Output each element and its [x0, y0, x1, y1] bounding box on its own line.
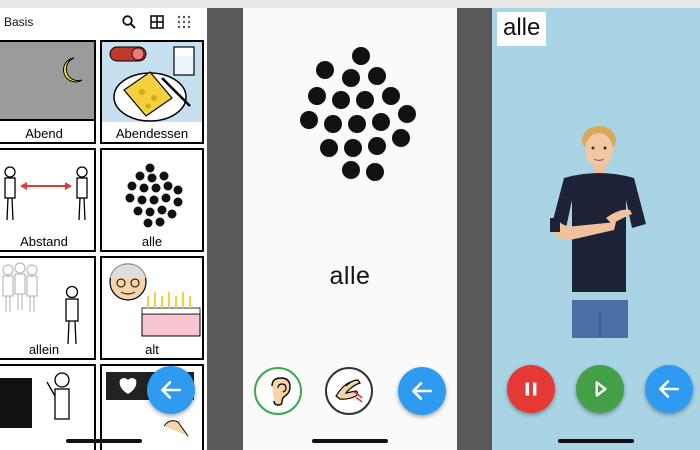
speak-button[interactable] [254, 367, 302, 415]
search-icon[interactable] [121, 14, 137, 30]
play-button[interactable] [576, 365, 624, 413]
sign-language-video [544, 122, 654, 338]
video-word-label: alle [497, 12, 547, 46]
symbol-detail-screen: alle [243, 8, 457, 450]
symbol-cell-abend[interactable]: Abend [0, 40, 96, 144]
back-button[interactable] [398, 367, 446, 415]
sign-video-screen: alle [492, 8, 700, 450]
person-thinking-symbol [0, 372, 70, 428]
symbol-label: allein [28, 342, 60, 357]
symbol-board-screen: Basis Abend Abendessen Abstand alle alle… [0, 8, 207, 450]
arrow-left-icon [659, 380, 679, 398]
home-indicator [65, 439, 142, 443]
board-header: Basis [0, 8, 207, 36]
symbol-label: Abend [25, 126, 63, 141]
signing-hands-icon [335, 379, 363, 403]
grid-icon[interactable] [149, 14, 165, 30]
symbol-label: Abendessen [115, 126, 189, 141]
pause-icon [525, 382, 537, 396]
divider [457, 8, 492, 450]
dot-cluster-symbol [300, 47, 416, 181]
home-indicator [312, 439, 388, 443]
sign-button[interactable] [325, 367, 373, 415]
arrow-left-icon [412, 382, 432, 400]
home-indicator [558, 439, 634, 443]
divider [207, 8, 243, 450]
symbol-cell-abstand[interactable]: Abstand [0, 148, 96, 252]
symbol-cell-alt[interactable]: alt [100, 256, 204, 360]
arrow-left-icon [161, 381, 181, 399]
symbol-cell-alle[interactable]: alle [100, 148, 204, 252]
symbol-label: Abstand [20, 234, 68, 249]
symbol-label: alt [145, 342, 159, 357]
back-button[interactable] [645, 365, 693, 413]
symbol-cell-abendessen[interactable]: Abendessen [100, 40, 204, 144]
symbol-cell-allein[interactable]: allein [0, 256, 96, 360]
board-title: Basis [4, 15, 34, 29]
dots-grid-icon[interactable] [176, 14, 192, 30]
back-button[interactable] [147, 366, 195, 414]
symbol-label: alle [141, 234, 163, 249]
ear-icon [271, 377, 291, 406]
play-icon [595, 381, 607, 397]
symbol-word: alle [329, 262, 371, 290]
symbol-cell[interactable] [0, 364, 96, 450]
pause-button[interactable] [507, 365, 555, 413]
